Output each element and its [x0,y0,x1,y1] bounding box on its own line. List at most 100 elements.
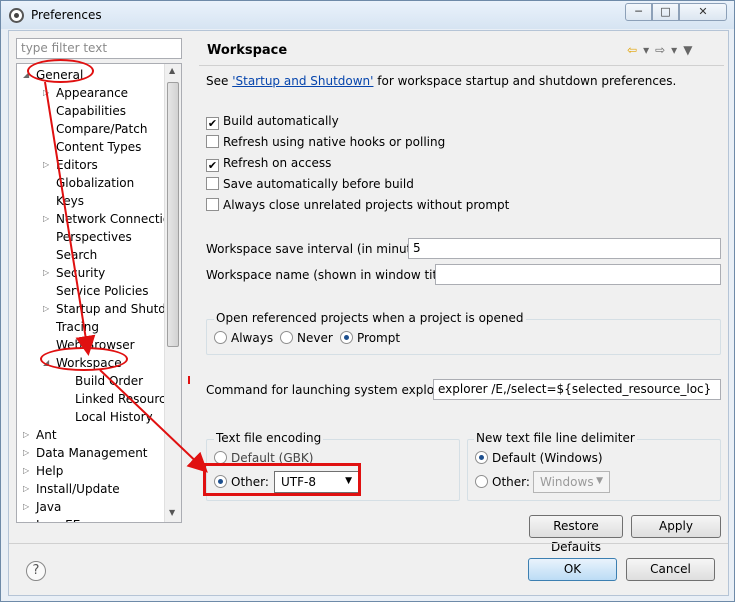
delimiter-combo[interactable]: Windows ▼ [533,471,610,493]
radio-circle[interactable] [475,475,488,488]
checkbox-label: Save automatically before build [223,177,414,191]
combo-dropdown-icon[interactable]: ▼ [596,476,603,486]
collapsed-triangle-icon[interactable]: ▷ [43,300,53,318]
checkbox-row[interactable]: Refresh using native hooks or polling [206,134,445,150]
checkbox-row[interactable]: Save automatically before build [206,176,414,192]
explorer-label: Command for launching system explorer: [206,383,455,397]
minimize-button[interactable]: ─ [625,3,652,21]
unchecked-checkbox-icon[interactable] [206,198,219,211]
tree-item[interactable]: Service Policies [45,282,149,300]
tree-item[interactable]: ▷ Editors [43,156,98,174]
tree-item[interactable]: ▷ Ant [23,426,57,444]
collapsed-triangle-icon[interactable]: ▷ [43,84,53,102]
tree-item[interactable]: Local History [64,408,153,426]
radio-circle[interactable] [214,331,227,344]
checkbox-row[interactable]: Always close unrelated projects without … [206,197,509,213]
tree-item[interactable]: ▷ Install/Update [23,480,120,498]
collapsed-triangle-icon[interactable]: ▷ [23,516,33,522]
history-nav: ⇦ ▾ ⇨ ▾ ▼ [627,43,698,57]
open-projects-option[interactable]: Prompt [340,331,400,345]
tree-item-label: Security [56,266,106,280]
tree-item[interactable]: ▷ Startup and Shutdow [43,300,181,318]
open-projects-option-label: Prompt [357,331,401,345]
forward-arrow-icon[interactable]: ⇨ [655,43,665,57]
save-interval-input[interactable]: 5 [408,238,721,259]
tree-item[interactable]: Capabilities [45,102,126,120]
ok-button[interactable]: OK [528,558,617,581]
collapsed-triangle-icon[interactable]: ▷ [43,264,53,282]
tree-item[interactable]: Build Order [64,372,143,390]
workspace-name-input[interactable] [435,264,721,285]
tree-item[interactable]: ▷ Data Management [23,444,148,462]
view-menu-icon[interactable]: ▼ [683,43,692,57]
tree-item[interactable]: ▷ Help [23,462,63,480]
delimiter-default-label: Default (Windows) [492,451,603,465]
dialog-body: type filter text ▷Java EE▷Java▷Install/U… [8,30,729,596]
tree-item[interactable]: ▷ Appearance [43,84,129,102]
tree-item[interactable]: ▷Java EE [23,516,80,522]
tree-item-label: Linked Resource [75,392,173,406]
forward-menu-icon[interactable]: ▾ [671,43,677,57]
title-bar[interactable]: Preferences ─ □ ✕ [1,1,734,29]
tree-item-label: Tracing [56,320,100,334]
delimiter-other-radio[interactable]: Other: [475,475,530,489]
title-separator [199,65,724,66]
startup-shutdown-link[interactable]: 'Startup and Shutdown' [232,74,373,88]
tree-item[interactable]: ▷ Security [43,264,106,282]
tree-item[interactable]: Search [45,246,97,264]
open-projects-option[interactable]: Always [214,331,273,345]
tree-item[interactable]: Content Types [45,138,141,156]
tree-item[interactable]: Linked Resource [64,390,173,408]
back-arrow-icon[interactable]: ⇦ [627,43,637,57]
preferences-tree[interactable]: ▷Java EE▷Java▷Install/Update▷Help▷Data M… [16,63,182,523]
open-projects-option[interactable]: Never [280,331,333,345]
page-title: Workspace [207,43,288,58]
collapsed-triangle-icon[interactable]: ▷ [43,210,53,228]
tree-item-label: Ant [36,428,57,442]
desc-suffix: for workspace startup and shutdown prefe… [373,74,677,88]
checkbox-row[interactable]: ✔ Build automatically [206,113,339,130]
collapsed-triangle-icon[interactable]: ▷ [43,156,53,174]
tree-item[interactable]: Tracing [45,318,99,336]
tree-item[interactable]: Globalization [45,174,134,192]
tree-item-label: Keys [56,194,85,208]
description-text: See 'Startup and Shutdown' for workspace… [206,74,676,88]
cancel-button[interactable]: Cancel [626,558,715,581]
checked-checkbox-icon[interactable]: ✔ [206,159,219,172]
annotation-ellipse-workspace [40,347,128,371]
apply-button[interactable]: Apply [631,515,721,538]
help-icon[interactable]: ? [26,561,46,581]
collapsed-triangle-icon[interactable]: ▷ [23,444,33,462]
tree-item-label: Appearance [56,86,129,100]
tree-item[interactable]: Compare/Patch [45,120,147,138]
back-menu-icon[interactable]: ▾ [643,43,649,57]
maximize-button[interactable]: □ [652,3,679,21]
collapsed-triangle-icon[interactable]: ▷ [23,462,33,480]
unchecked-checkbox-icon[interactable] [206,135,219,148]
tree-item[interactable]: ▷ Network Connection [43,210,178,228]
scroll-down-icon[interactable]: ▼ [169,508,175,517]
radio-circle[interactable] [340,331,353,344]
explorer-command-input[interactable]: explorer /E,/select=${selected_resource_… [433,379,721,400]
tree-item[interactable]: Keys [45,192,84,210]
delimiter-default-radio[interactable]: Default (Windows) [475,451,603,465]
scroll-up-icon[interactable]: ▲ [169,66,175,75]
radio-circle[interactable] [280,331,293,344]
tree-scrollbar[interactable]: ▲ ▼ [164,64,181,522]
collapsed-triangle-icon[interactable]: ▷ [23,498,33,516]
radio-circle[interactable] [475,451,488,464]
tree-item[interactable]: Perspectives [45,228,132,246]
tree-item-label: Network Connection [56,212,178,226]
close-button[interactable]: ✕ [679,3,727,21]
tree-item[interactable]: ▷ Java [23,498,61,516]
collapsed-triangle-icon[interactable]: ▷ [23,426,33,444]
checked-checkbox-icon[interactable]: ✔ [206,117,219,130]
scrollbar-thumb[interactable] [167,82,179,347]
text-encoding-label: Text file encoding [214,431,324,445]
checkbox-row[interactable]: ✔ Refresh on access [206,155,331,172]
unchecked-checkbox-icon[interactable] [206,177,219,190]
filter-input[interactable]: type filter text [16,38,182,59]
restore-defaults-button[interactable]: Restore Defaults [529,515,623,554]
window-title: Preferences [31,8,102,22]
collapsed-triangle-icon[interactable]: ▷ [23,480,33,498]
